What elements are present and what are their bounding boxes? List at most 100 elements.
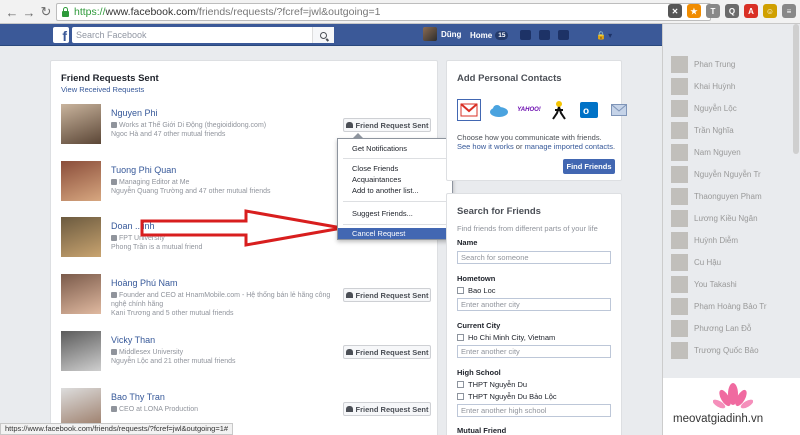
- back-icon[interactable]: ←: [3, 3, 21, 21]
- friend-request-sent-button[interactable]: Friend Request Sent: [343, 288, 431, 302]
- hometown-input[interactable]: Enter another city: [457, 298, 611, 311]
- chat-contact[interactable]: Nam Nguyen: [671, 141, 799, 163]
- home-link[interactable]: Home 15: [470, 31, 509, 40]
- user-name: Dũng: [441, 29, 462, 39]
- url-scheme: https://: [74, 6, 106, 18]
- menu-item-close-friends[interactable]: Close Friends: [338, 163, 452, 174]
- friend-info: Managing Editor at Me Nguyễn Quang Trường…: [111, 179, 271, 195]
- gmail-icon[interactable]: [457, 99, 481, 121]
- extension-icon-1[interactable]: ✕: [668, 4, 682, 18]
- chat-contact-name: Trần Nghĩa: [694, 125, 734, 135]
- menu-item-acquaintances[interactable]: Acquaintances: [338, 174, 452, 185]
- current-city-input[interactable]: Enter another city: [457, 345, 611, 358]
- cloud-icon[interactable]: [487, 99, 511, 121]
- chat-contact-name: Thaonguyen Pham: [694, 191, 762, 201]
- chat-contact[interactable]: You Takashi: [671, 273, 799, 295]
- avatar: [671, 231, 688, 249]
- lock-icon: [61, 7, 70, 17]
- page-title: Friend Requests Sent: [61, 73, 159, 84]
- search-friends-subtitle: Find friends from different parts of you…: [457, 224, 598, 233]
- extension-icon-2[interactable]: ★: [687, 4, 701, 18]
- chat-contact[interactable]: Thaonguyen Pham: [671, 185, 799, 207]
- manage-contacts-link[interactable]: manage imported contacts: [525, 142, 613, 151]
- menu-item-suggest-friends[interactable]: Suggest Friends...: [338, 208, 452, 219]
- person-icon: [345, 349, 353, 355]
- chat-contact[interactable]: Phan Trung: [671, 53, 799, 75]
- chat-contact[interactable]: Trương Quốc Bảo: [671, 339, 799, 361]
- search-input[interactable]: Search Facebook: [72, 27, 334, 43]
- svg-text:o: o: [583, 106, 589, 117]
- extension-icon-4[interactable]: Q: [725, 4, 739, 18]
- friend-photo[interactable]: [61, 104, 101, 144]
- friend-name[interactable]: Nguyen Phi: [111, 108, 158, 118]
- friend-name[interactable]: Bao Thy Tran: [111, 392, 165, 402]
- extension-icon-3[interactable]: T: [706, 4, 720, 18]
- chat-contact[interactable]: Trần Nghĩa: [671, 119, 799, 141]
- menu-item-cancel-request[interactable]: Cancel Request: [338, 228, 452, 239]
- avatar: [671, 99, 688, 117]
- friend-photo[interactable]: [61, 331, 101, 371]
- contacts-title: Add Personal Contacts: [457, 73, 562, 84]
- chat-contact[interactable]: Lương Kiều Ngân: [671, 207, 799, 229]
- messages-icon[interactable]: [539, 30, 550, 40]
- friend-name[interactable]: Hoàng Phú Nam: [111, 278, 178, 288]
- home-label: Home: [470, 31, 493, 40]
- chat-contact[interactable]: Phạm Hoàng Bảo Tr: [671, 295, 799, 317]
- facebook-logo-icon[interactable]: f: [53, 27, 69, 43]
- add-contacts-panel: Add Personal Contacts YAHOO! o Choose ho…: [446, 60, 627, 181]
- search-friends-title: Search for Friends: [457, 206, 541, 217]
- friend-request-sent-button[interactable]: Friend Request Sent: [343, 402, 431, 416]
- reload-icon[interactable]: ↻: [37, 3, 55, 21]
- high-school-checkbox-1[interactable]: THPT Nguyễn Du: [457, 380, 527, 389]
- friend-requests-panel: Friend Requests Sent View Received Reque…: [50, 60, 438, 435]
- search-icon: [320, 31, 327, 39]
- avatar: [671, 341, 688, 359]
- notifications-icon[interactable]: [558, 30, 569, 40]
- friend-photo[interactable]: [61, 274, 101, 314]
- current-city-checkbox[interactable]: Ho Chi Minh City, Vietnam: [457, 333, 555, 342]
- yahoo-icon[interactable]: YAHOO!: [517, 99, 541, 121]
- view-received-link[interactable]: View Received Requests: [61, 85, 144, 94]
- friend-name[interactable]: Tuong Phi Quan: [111, 165, 176, 175]
- url-host: www.facebook.com: [105, 6, 196, 18]
- friend-photo[interactable]: [61, 388, 101, 428]
- name-search-input[interactable]: Search for someone: [457, 251, 611, 264]
- menu-item-get-notifications[interactable]: Get Notifications: [338, 143, 452, 154]
- friend-name[interactable]: Vicky Than: [111, 335, 155, 345]
- menu-icon[interactable]: ≡: [782, 4, 796, 18]
- email-icon[interactable]: [607, 99, 631, 121]
- chat-contact[interactable]: Cu Hậu: [671, 251, 799, 273]
- friend-photo[interactable]: [61, 161, 101, 201]
- address-bar[interactable]: https:// www.facebook.com /friends/reque…: [56, 3, 711, 21]
- profile-link[interactable]: Dũng: [423, 27, 461, 41]
- emoji-icon[interactable]: ☺: [763, 4, 777, 18]
- avatar: [671, 319, 688, 337]
- hometown-label: Hometown: [457, 274, 496, 283]
- forward-icon[interactable]: →: [20, 3, 38, 21]
- settings-icon[interactable]: 🔒 ▾: [596, 31, 612, 40]
- high-school-input[interactable]: Enter another high school: [457, 404, 611, 417]
- friend-request-sent-button[interactable]: Friend Request Sent: [343, 118, 431, 132]
- friend-photo[interactable]: [61, 217, 101, 257]
- chat-contact-name: Huỳnh Diễm: [694, 235, 739, 245]
- chat-contact[interactable]: Huỳnh Diễm: [671, 229, 799, 251]
- high-school-checkbox-2[interactable]: THPT Nguyễn Du Bảo Lộc: [457, 392, 557, 401]
- friend-requests-icon[interactable]: [520, 30, 531, 40]
- avatar: [671, 165, 688, 183]
- hometown-checkbox[interactable]: Bao Loc: [457, 286, 496, 295]
- avatar: [423, 27, 437, 41]
- friend-request-sent-button[interactable]: Friend Request Sent: [343, 345, 431, 359]
- search-button[interactable]: [312, 27, 334, 43]
- chat-contact[interactable]: Phương Lan Đỗ: [671, 317, 799, 339]
- chat-contact-name: Phan Trung: [694, 59, 736, 69]
- menu-item-add-to-list[interactable]: Add to another list...: [338, 185, 452, 196]
- find-friends-button[interactable]: Find Friends: [563, 159, 615, 174]
- adblock-icon[interactable]: A: [744, 4, 758, 18]
- aim-icon[interactable]: [547, 99, 571, 121]
- search-friends-panel: Search for Friends Find friends from dif…: [446, 193, 622, 435]
- chat-contact[interactable]: Khai Huỳnh: [671, 75, 799, 97]
- chat-contact[interactable]: Nguyễn Nguyễn Tr: [671, 163, 799, 185]
- see-how-link[interactable]: See how it works: [457, 142, 514, 151]
- chat-contact[interactable]: Nguyễn Lộc: [671, 97, 799, 119]
- outlook-icon[interactable]: o: [577, 99, 601, 121]
